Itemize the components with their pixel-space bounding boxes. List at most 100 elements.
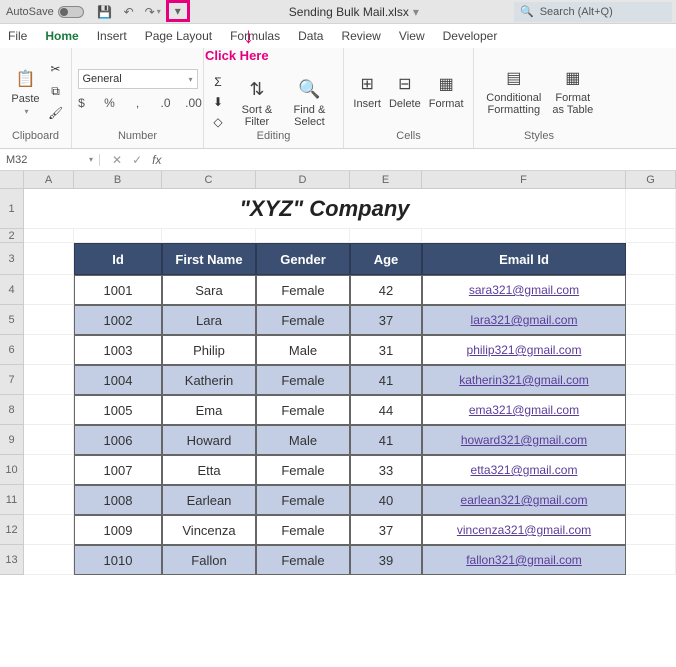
insert-cells-button[interactable]: ⊞ Insert [349, 70, 385, 112]
table-cell[interactable]: 42 [350, 275, 422, 305]
cell[interactable] [24, 275, 74, 305]
enter-icon[interactable]: ✓ [132, 153, 142, 167]
cell[interactable] [422, 229, 626, 243]
row-header[interactable]: 4 [0, 275, 24, 305]
row-header[interactable]: 8 [0, 395, 24, 425]
table-cell-email[interactable]: katherin321@gmail.com [422, 365, 626, 395]
cell[interactable] [626, 395, 676, 425]
table-cell-email[interactable]: lara321@gmail.com [422, 305, 626, 335]
tab-view[interactable]: View [399, 29, 425, 43]
col-header[interactable]: C [162, 171, 256, 189]
table-cell[interactable]: 41 [350, 425, 422, 455]
th-email[interactable]: Email Id [422, 243, 626, 275]
table-cell[interactable]: Etta [162, 455, 256, 485]
table-cell[interactable]: Fallon [162, 545, 256, 575]
cell[interactable] [626, 455, 676, 485]
table-cell[interactable]: 1007 [74, 455, 162, 485]
email-link[interactable]: earlean321@gmail.com [461, 493, 588, 507]
cell[interactable] [626, 275, 676, 305]
col-header[interactable]: E [350, 171, 422, 189]
undo-icon[interactable]: ↶ [118, 2, 140, 22]
tab-formulas[interactable]: Formulas [230, 29, 280, 43]
row-header[interactable]: 12 [0, 515, 24, 545]
redo-icon[interactable]: ↷▾ [142, 2, 164, 22]
increase-decimal-icon[interactable]: .0 [154, 93, 178, 113]
copy-icon[interactable]: ⧉ [48, 83, 64, 99]
cancel-icon[interactable]: ✕ [112, 153, 122, 167]
col-header[interactable]: B [74, 171, 162, 189]
format-as-table-button[interactable]: ▦ Format as Table [548, 64, 598, 118]
conditional-formatting-button[interactable]: ▤ Conditional Formatting [480, 64, 548, 118]
autosave-toggle[interactable] [58, 6, 84, 18]
th-gender[interactable]: Gender [256, 243, 350, 275]
table-cell-email[interactable]: vincenza321@gmail.com [422, 515, 626, 545]
cell[interactable] [24, 335, 74, 365]
table-cell[interactable]: 39 [350, 545, 422, 575]
table-cell[interactable]: 1010 [74, 545, 162, 575]
email-link[interactable]: howard321@gmail.com [461, 433, 587, 447]
find-select-button[interactable]: 🔍 Find & Select [282, 76, 337, 130]
format-cells-button[interactable]: ▦ Format [425, 70, 468, 112]
tab-data[interactable]: Data [298, 29, 323, 43]
sort-filter-button[interactable]: ⇅ Sort & Filter [232, 76, 282, 130]
tab-review[interactable]: Review [341, 29, 380, 43]
table-cell[interactable]: Howard [162, 425, 256, 455]
cell[interactable] [162, 229, 256, 243]
cell[interactable] [626, 365, 676, 395]
cell[interactable] [24, 365, 74, 395]
table-cell[interactable]: Female [256, 545, 350, 575]
row-header[interactable]: 3 [0, 243, 24, 275]
select-all-corner[interactable] [0, 171, 24, 189]
table-cell[interactable]: 1001 [74, 275, 162, 305]
cell[interactable] [626, 515, 676, 545]
cut-icon[interactable]: ✂ [48, 61, 64, 77]
table-cell-email[interactable]: ema321@gmail.com [422, 395, 626, 425]
email-link[interactable]: lara321@gmail.com [471, 313, 578, 327]
comma-icon[interactable]: , [126, 93, 150, 113]
tab-developer[interactable]: Developer [443, 29, 498, 43]
table-cell[interactable]: 1003 [74, 335, 162, 365]
email-link[interactable]: ema321@gmail.com [469, 403, 579, 417]
table-cell[interactable]: Katherin [162, 365, 256, 395]
table-cell[interactable]: Sara [162, 275, 256, 305]
cell[interactable] [626, 305, 676, 335]
autosum-icon[interactable]: Σ [210, 74, 226, 90]
table-cell[interactable]: 1002 [74, 305, 162, 335]
table-cell[interactable]: Female [256, 305, 350, 335]
table-cell[interactable]: Female [256, 455, 350, 485]
tab-page-layout[interactable]: Page Layout [145, 29, 212, 43]
cell[interactable] [24, 545, 74, 575]
row-header[interactable]: 9 [0, 425, 24, 455]
formula-area[interactable]: ✕ ✓ fx [100, 153, 161, 167]
cell[interactable] [24, 395, 74, 425]
table-cell-email[interactable]: howard321@gmail.com [422, 425, 626, 455]
table-cell[interactable]: 1008 [74, 485, 162, 515]
table-cell-email[interactable]: sara321@gmail.com [422, 275, 626, 305]
autosave[interactable]: AutoSave [0, 6, 90, 18]
title-dropdown-icon[interactable]: ▾ [413, 5, 419, 19]
currency-icon[interactable]: $ [70, 93, 94, 113]
table-cell[interactable]: 37 [350, 305, 422, 335]
table-cell[interactable]: Lara [162, 305, 256, 335]
col-header[interactable]: F [422, 171, 626, 189]
percent-icon[interactable]: % [98, 93, 122, 113]
col-header[interactable]: D [256, 171, 350, 189]
cell[interactable] [24, 425, 74, 455]
cell[interactable] [626, 335, 676, 365]
cell[interactable] [24, 243, 74, 275]
email-link[interactable]: etta321@gmail.com [471, 463, 578, 477]
row-header[interactable]: 1 [0, 189, 24, 229]
table-cell[interactable]: 1005 [74, 395, 162, 425]
col-header[interactable]: G [626, 171, 676, 189]
paste-button[interactable]: 📋 Paste ▾ [7, 65, 43, 118]
customize-qat-button[interactable]: ▾ [166, 0, 190, 22]
table-cell[interactable]: 37 [350, 515, 422, 545]
email-link[interactable]: katherin321@gmail.com [459, 373, 589, 387]
cell[interactable] [24, 229, 74, 243]
th-age[interactable]: Age [350, 243, 422, 275]
delete-cells-button[interactable]: ⊟ Delete [385, 70, 425, 112]
cell[interactable] [24, 485, 74, 515]
cell[interactable] [24, 455, 74, 485]
table-cell[interactable]: Earlean [162, 485, 256, 515]
table-cell[interactable]: Male [256, 425, 350, 455]
